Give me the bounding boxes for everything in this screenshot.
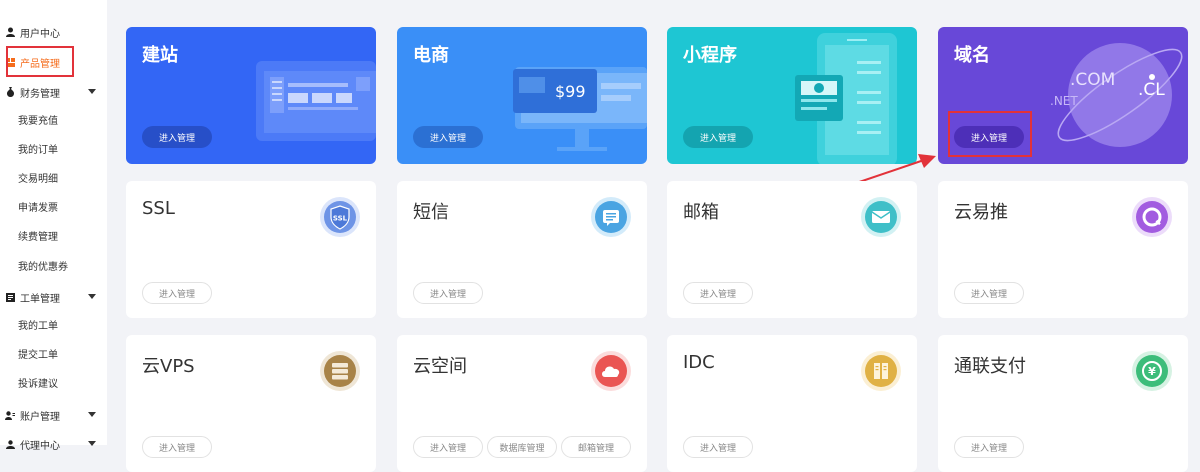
sidebar-subitem[interactable]: 我的优惠券 xyxy=(18,260,68,276)
card-title: 建站 xyxy=(142,45,178,66)
push-icon xyxy=(1132,197,1172,237)
card-cloud-space[interactable]: 云空间 进入管理 数据库管理 邮箱管理 xyxy=(397,335,647,472)
enter-manage-button[interactable]: 进入管理 xyxy=(142,282,212,304)
card-push[interactable]: 云易推 进入管理 xyxy=(938,181,1188,318)
domain-net-label: .NET xyxy=(1050,94,1078,108)
card-idc[interactable]: IDC 进入管理 xyxy=(667,335,917,472)
enter-manage-button[interactable]: 进入管理 xyxy=(142,126,212,148)
card-title: 小程序 xyxy=(683,45,737,66)
sidebar-item-label: 用户中心 xyxy=(20,28,60,40)
cloud-icon xyxy=(591,351,631,391)
card-title: 域名 xyxy=(954,45,990,66)
sidebar-subitem[interactable]: 提交工单 xyxy=(18,348,58,364)
message-icon xyxy=(591,197,631,237)
sidebar-item-label: 代理中心 xyxy=(20,440,60,452)
sidebar-subitem[interactable]: 续费管理 xyxy=(18,230,58,246)
price-label: $99 xyxy=(555,82,586,101)
sidebar-subitem[interactable]: 我的工单 xyxy=(18,319,58,335)
sidebar-subitem[interactable]: 交易明细 xyxy=(18,172,58,188)
ssl-shield-icon: SSL xyxy=(320,197,360,237)
finance-icon xyxy=(5,87,15,97)
ticket-icon xyxy=(5,292,15,302)
card-title: 云VPS xyxy=(142,356,195,377)
sidebar-item-label: 工单管理 xyxy=(20,293,60,305)
card-miniprogram[interactable]: 小程序 进入管理 xyxy=(667,27,917,164)
card-vps[interactable]: 云VPS 进入管理 xyxy=(126,335,376,472)
mail-manage-button[interactable]: 邮箱管理 xyxy=(561,436,631,458)
domain-com-label: .COM xyxy=(1070,70,1115,90)
card-mail[interactable]: 邮箱 进入管理 xyxy=(667,181,917,318)
mail-icon xyxy=(861,197,901,237)
card-title: 短信 xyxy=(413,202,449,223)
chevron-down-icon xyxy=(88,89,96,94)
sidebar-item-agent[interactable]: 代理中心 xyxy=(0,433,107,455)
ecommerce-illustration-icon: $99 xyxy=(513,67,647,151)
enter-manage-button[interactable]: 进入管理 xyxy=(683,436,753,458)
chevron-down-icon xyxy=(88,412,96,417)
database-manage-button[interactable]: 数据库管理 xyxy=(487,436,557,458)
enter-manage-button[interactable]: 进入管理 xyxy=(683,282,753,304)
sidebar: 用户中心 产品管理 财务管理 我要充值 我的订单 交易明细 申请发票 续费管理 … xyxy=(0,0,107,452)
card-title: 邮箱 xyxy=(683,202,719,223)
sidebar-item-label: 财务管理 xyxy=(20,88,60,100)
chevron-down-icon xyxy=(88,441,96,446)
domain-cl-label: .CL xyxy=(1138,80,1165,100)
card-ecommerce[interactable]: $99 电商 进入管理 xyxy=(397,27,647,164)
card-website[interactable]: 建站 进入管理 xyxy=(126,27,376,164)
yen-icon: ¥ xyxy=(1132,351,1172,391)
svg-text:¥: ¥ xyxy=(1148,365,1156,378)
sidebar-subitem[interactable]: 我要充值 xyxy=(18,114,58,130)
sidebar-subitem[interactable]: 我的订单 xyxy=(18,143,58,159)
highlight-box xyxy=(6,46,74,77)
sidebar-subitem[interactable]: 申请发票 xyxy=(18,201,58,217)
highlight-box xyxy=(948,111,1032,157)
server-icon xyxy=(320,351,360,391)
chevron-down-icon xyxy=(88,294,96,299)
svg-text:SSL: SSL xyxy=(333,215,348,223)
enter-manage-button[interactable]: 进入管理 xyxy=(683,126,753,148)
sidebar-item-account[interactable]: 账户管理 xyxy=(0,404,107,426)
card-title: 通联支付 xyxy=(954,356,1026,377)
user-icon xyxy=(5,27,15,37)
sidebar-subitem[interactable]: 投诉建议 xyxy=(18,377,58,393)
enter-manage-button[interactable]: 进入管理 xyxy=(954,282,1024,304)
card-payment[interactable]: 通联支付 ¥ 进入管理 xyxy=(938,335,1188,472)
agent-icon xyxy=(5,439,15,449)
card-title: IDC xyxy=(683,352,715,373)
sidebar-item-finance[interactable]: 财务管理 xyxy=(0,81,107,103)
card-ssl[interactable]: SSL SSL 进入管理 xyxy=(126,181,376,318)
sidebar-item-ticket[interactable]: 工单管理 xyxy=(0,286,107,308)
card-title: 云空间 xyxy=(413,356,467,377)
enter-manage-button[interactable]: 进入管理 xyxy=(413,126,483,148)
sidebar-item-label: 账户管理 xyxy=(20,411,60,423)
enter-manage-button[interactable]: 进入管理 xyxy=(413,436,483,458)
card-title: 云易推 xyxy=(954,202,1008,223)
card-sms[interactable]: 短信 进入管理 xyxy=(397,181,647,318)
account-icon xyxy=(5,410,15,420)
card-title: 电商 xyxy=(413,45,449,66)
rack-icon xyxy=(861,351,901,391)
sidebar-item-user-center[interactable]: 用户中心 xyxy=(0,21,107,43)
enter-manage-button[interactable]: 进入管理 xyxy=(142,436,212,458)
enter-manage-button[interactable]: 进入管理 xyxy=(954,436,1024,458)
enter-manage-button[interactable]: 进入管理 xyxy=(413,282,483,304)
card-title: SSL xyxy=(142,198,175,219)
website-illustration-icon xyxy=(256,61,376,141)
domain-globe-icon: .COM .CL .NET xyxy=(1050,43,1183,147)
miniprogram-illustration-icon xyxy=(795,33,897,164)
